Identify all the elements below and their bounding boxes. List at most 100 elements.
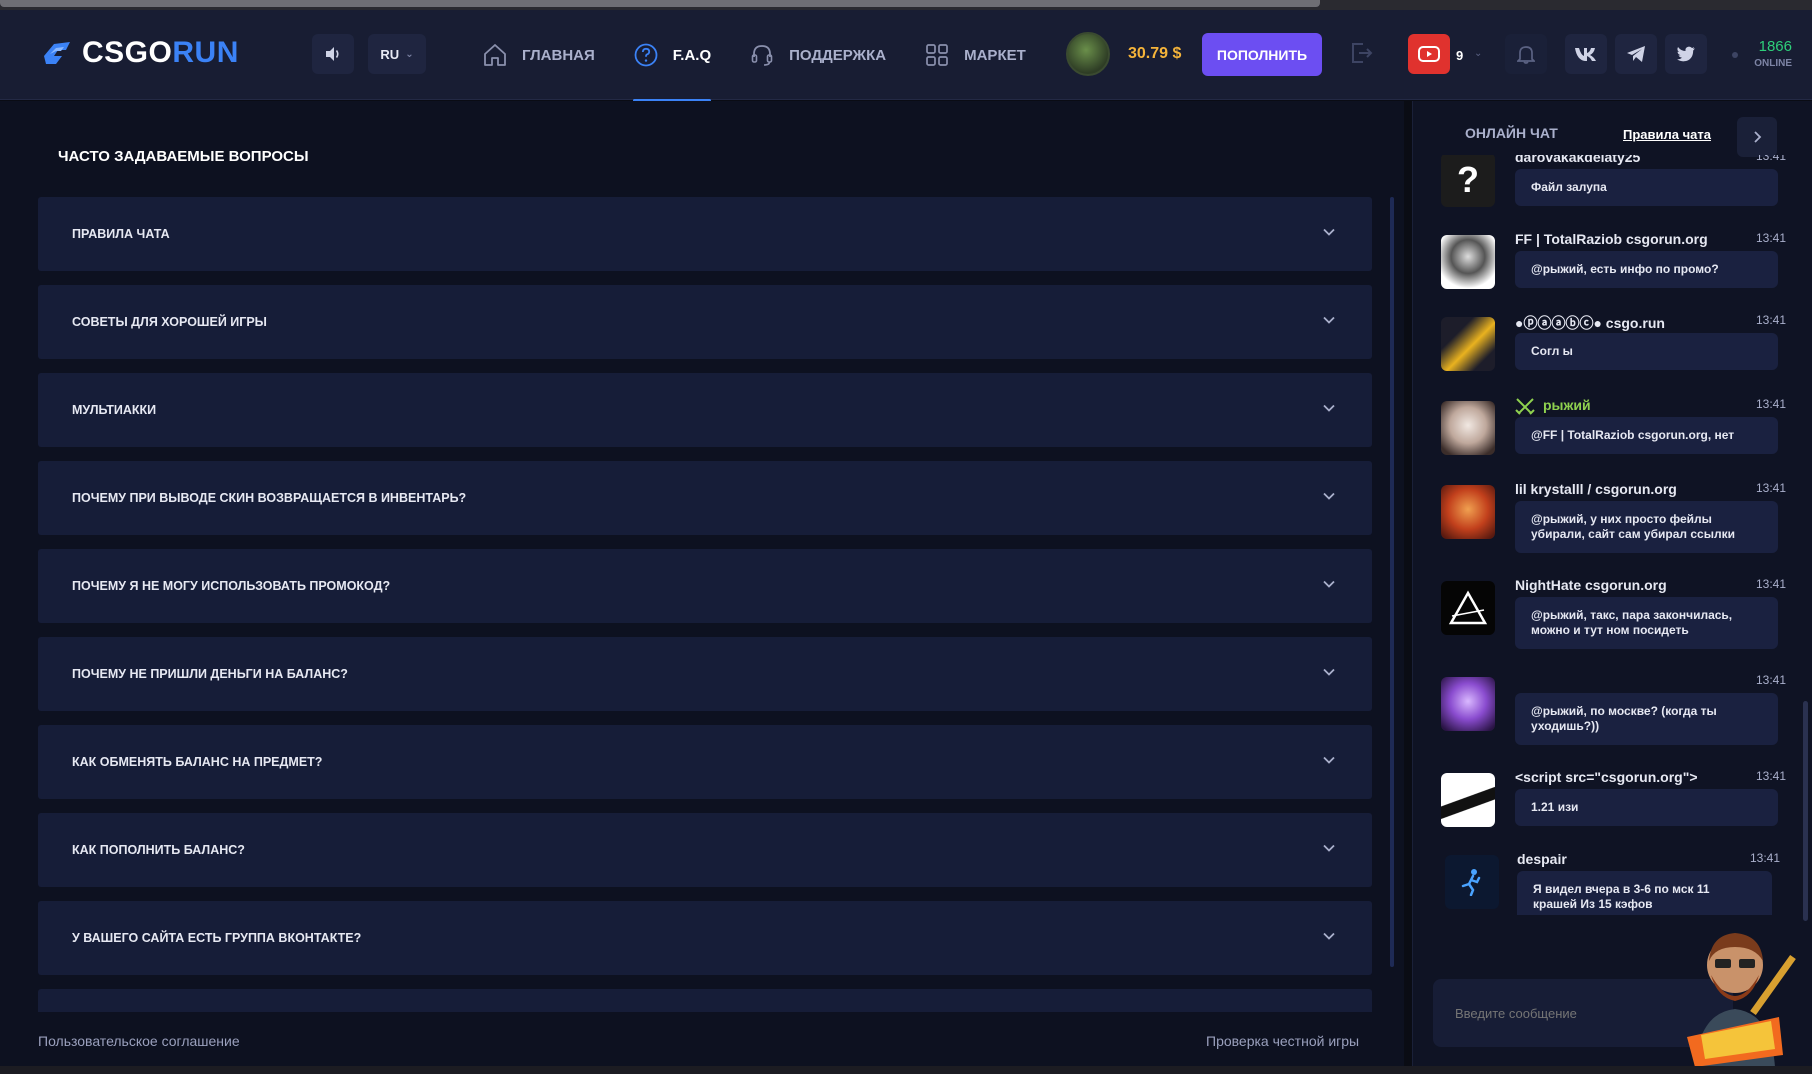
chat-message: lil krystalll / csgorun.org 13:41 @рыжий… <box>1441 481 1786 565</box>
avatar[interactable] <box>1441 317 1495 371</box>
chat-message: ●ⓟⓐⓐⓑⓒ● csgo.run 13:41 Согл ы <box>1441 313 1786 383</box>
faq-page: ЧАСТО ЗАДАВАЕМЫЕ ВОПРОСЫ ПРАВИЛА ЧАТА СО… <box>0 101 1404 1074</box>
faq-question: ПРАВИЛА ЧАТА <box>72 227 170 241</box>
chat-message: 13:41 @рыжий, по москве? (когда ты уходи… <box>1441 673 1786 757</box>
message-text: Я видел вчера в 3-6 по мск 11 крашей Из … <box>1517 871 1772 915</box>
chat-messages: ? darovakakdelaty25 13:41 Файл залупа FF… <box>1413 155 1812 915</box>
language-select[interactable]: RU ⌄ <box>368 34 426 74</box>
message-text: Файл залупа <box>1515 169 1778 206</box>
online-counter: 1866 ONLINE <box>1736 38 1792 69</box>
chevron-right-icon <box>1754 131 1762 143</box>
user-agreement-link[interactable]: Пользовательское соглашение <box>38 1033 240 1049</box>
message-author[interactable]: lil krystalll / csgorun.org <box>1515 481 1677 497</box>
chat-message-input[interactable] <box>1455 1005 1711 1021</box>
avatar[interactable] <box>1441 773 1495 827</box>
nav-item-label: ГЛАВНАЯ <box>522 46 595 64</box>
faq-list: ПРАВИЛА ЧАТА СОВЕТЫ ДЛЯ ХОРОШЕЙ ИГРЫ МУЛ… <box>38 197 1372 1012</box>
youtube-icon <box>1418 46 1440 62</box>
crossed-swords-icon <box>1515 398 1535 415</box>
sound-toggle-button[interactable] <box>312 34 354 74</box>
nav-item-label: F.A.Q <box>672 46 712 64</box>
fair-play-check-link[interactable]: Проверка честной игры <box>1206 1033 1359 1049</box>
vk-button[interactable] <box>1565 34 1607 74</box>
logout-button[interactable] <box>1348 40 1374 71</box>
nav-item-label: ПОДДЕРЖКА <box>789 46 887 64</box>
avatar[interactable] <box>1441 401 1495 455</box>
chat-collapse-button[interactable] <box>1737 117 1777 157</box>
site-header: CSGO RUN RU ⌄ ГЛАВНАЯ F.A.Q ПОДДЕРЖКА МАР… <box>0 10 1812 102</box>
chat-message: despair 13:41 Я видел вчера в 3-6 по мск… <box>1441 851 1786 915</box>
main-nav: ГЛАВНАЯ F.A.Q ПОДДЕРЖКА МАРКЕТ <box>482 10 1026 102</box>
avatar[interactable] <box>1441 677 1495 731</box>
chevron-down-icon <box>1322 841 1336 860</box>
browser-scrollbar[interactable] <box>0 0 1320 7</box>
message-author[interactable]: <script src="csgorun.org"> <box>1515 769 1698 785</box>
notifications-button[interactable] <box>1505 34 1547 74</box>
message-author[interactable]: NightHate csgorun.org <box>1515 577 1667 593</box>
faq-item[interactable]: ПОЧЕМУ НЕ ПРИШЛИ ДЕНЬГИ НА БАЛАНС? <box>38 637 1372 711</box>
message-author[interactable]: ●ⓟⓐⓐⓑⓒ● csgo.run <box>1515 313 1665 333</box>
chevron-down-icon <box>1322 753 1336 772</box>
faq-item[interactable]: ПОЧЕМУ Я НЕ МОГУ ИСПОЛЬЗОВАТЬ ПРОМОКОД? <box>38 549 1372 623</box>
online-label: ONLINE <box>1754 58 1792 69</box>
chevron-down-icon <box>1322 929 1336 948</box>
chevron-down-icon <box>1322 225 1336 244</box>
faq-question: ПОЧЕМУ ПРИ ВЫВОДЕ СКИН ВОЗВРАЩАЕТСЯ В ИН… <box>72 491 467 505</box>
message-author[interactable]: FF | TotalRaziob csgorun.org <box>1515 231 1708 247</box>
telegram-button[interactable] <box>1615 34 1657 74</box>
avatar[interactable] <box>1441 235 1495 289</box>
twitter-button[interactable] <box>1665 34 1707 74</box>
chevron-down-icon <box>1322 577 1336 596</box>
message-time: 13:41 <box>1755 673 1786 687</box>
vk-icon <box>1575 48 1596 61</box>
runner-icon <box>1461 869 1481 896</box>
chevron-down-icon[interactable]: ⌄ <box>1474 48 1482 59</box>
faq-scroll-thumb[interactable] <box>1390 197 1394 967</box>
faq-item[interactable]: КАК ОБМЕНЯТЬ БАЛАНС НА ПРЕДМЕТ? <box>38 725 1372 799</box>
message-author[interactable]: despair <box>1517 851 1567 867</box>
logout-icon <box>1352 43 1373 63</box>
faq-question: КАК ПОПОЛНИТЬ БАЛАНС? <box>72 843 245 857</box>
faq-item[interactable]: ПРАВИЛА ЧАТА <box>38 197 1372 271</box>
faq-item[interactable]: ПОЧЕМУ ПРИ ВЫВОДЕ СКИН ВОЗВРАЩАЕТСЯ В ИН… <box>38 461 1372 535</box>
nav-item-market[interactable]: МАРКЕТ <box>924 10 1026 100</box>
nav-item-support[interactable]: ПОДДЕРЖКА <box>749 10 886 100</box>
message-author[interactable]: darovakakdelaty25 <box>1515 155 1640 165</box>
site-logo[interactable]: CSGO RUN <box>40 36 239 70</box>
faq-question: КАК ОБМЕНЯТЬ БАЛАНС НА ПРЕДМЕТ? <box>72 755 323 769</box>
faq-scrollbar[interactable] <box>1390 197 1394 967</box>
nav-item-home[interactable]: ГЛАВНАЯ <box>482 10 595 100</box>
message-time: 13:41 <box>1755 155 1786 163</box>
chat-scrollbar[interactable] <box>1803 701 1808 921</box>
user-avatar[interactable] <box>1066 32 1110 76</box>
twitter-icon <box>1677 46 1695 62</box>
message-time: 13:41 <box>1755 481 1786 495</box>
faq-question: У ВАШЕГО САЙТА ЕСТЬ ГРУППА ВКОНТАКТЕ? <box>72 931 362 945</box>
headset-icon <box>751 45 773 66</box>
chat-message: <script src="csgorun.org"> 13:41 1.21 из… <box>1441 769 1786 839</box>
chevron-down-icon <box>1322 313 1336 332</box>
faq-question: ПОЧЕМУ Я НЕ МОГУ ИСПОЛЬЗОВАТЬ ПРОМОКОД? <box>72 579 391 593</box>
faq-item[interactable]: СОВЕТЫ ДЛЯ ХОРОШЕЙ ИГРЫ <box>38 285 1372 359</box>
message-text: @рыжий, есть инфо по промо? <box>1515 251 1778 288</box>
youtube-button[interactable] <box>1408 34 1450 74</box>
avatar[interactable] <box>1441 485 1495 539</box>
faq-item[interactable]: МУЛЬТИАККИ <box>38 373 1372 447</box>
faq-question: МУЛЬТИАККИ <box>72 403 157 417</box>
nav-item-faq[interactable]: F.A.Q <box>632 10 712 102</box>
faq-item[interactable]: У ВАШЕГО САЙТА ЕСТЬ ГРУППА ВКОНТАКТЕ? <box>38 901 1372 975</box>
avatar[interactable] <box>1441 581 1495 635</box>
logo-text-blue: RUN <box>172 36 239 69</box>
chat-title: ОНЛАЙН ЧАТ <box>1465 125 1558 141</box>
avatar[interactable]: ? <box>1441 155 1495 207</box>
faq-item[interactable]: КАК ПОПОЛНИТЬ БАЛАНС? <box>38 813 1372 887</box>
deposit-button[interactable]: ПОПОЛНИТЬ <box>1202 33 1322 76</box>
message-text: @рыжий, у них просто фейлы убирали, сайт… <box>1515 501 1778 553</box>
faq-item-partial[interactable] <box>38 989 1372 1012</box>
chevron-down-icon <box>1322 489 1336 508</box>
mascot-logo-image <box>1687 933 1796 1067</box>
message-time: 13:41 <box>1755 231 1786 245</box>
message-time: 13:41 <box>1749 851 1780 865</box>
chat-rules-link[interactable]: Правила чата <box>1623 127 1711 142</box>
avatar[interactable] <box>1445 855 1499 909</box>
